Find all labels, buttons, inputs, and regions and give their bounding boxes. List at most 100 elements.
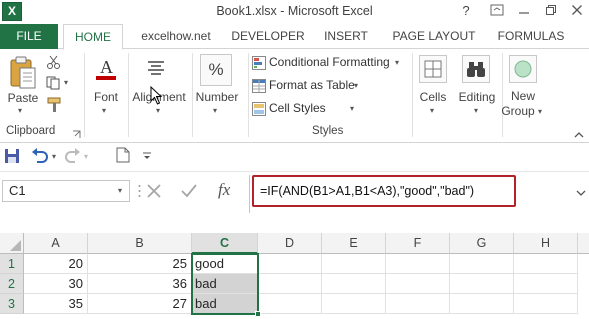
column-header-a[interactable]: A [24, 233, 88, 254]
paste-icon[interactable] [8, 54, 38, 92]
formula-input[interactable]: =IF(AND(B1>A1,B1<A3),"good","bad") [252, 175, 516, 207]
name-box[interactable]: C1 [2, 180, 130, 202]
column-header-c[interactable]: C [192, 233, 258, 254]
select-all-button[interactable] [0, 233, 24, 254]
customize-qat-icon[interactable] [142, 150, 152, 160]
alignment-icon[interactable] [146, 58, 166, 78]
font-icon[interactable]: A [92, 55, 120, 83]
new-group-label-line1[interactable]: New [500, 89, 546, 103]
cell-b2[interactable]: 36 [88, 274, 192, 294]
cell-c3[interactable]: bad [192, 294, 258, 314]
number-format-icon[interactable]: % [200, 54, 232, 86]
conditional-formatting-dropdown-icon[interactable]: ▾ [395, 58, 399, 67]
cell-styles-button[interactable]: Cell Styles [269, 101, 326, 115]
column-header-h[interactable]: H [514, 233, 578, 254]
cell-g3[interactable] [450, 294, 514, 314]
cell-g1[interactable] [450, 254, 514, 274]
cell-h3[interactable] [514, 294, 578, 314]
format-as-table-icon[interactable] [252, 79, 266, 93]
row-header-1[interactable]: 1 [0, 254, 24, 274]
cell-a3[interactable]: 35 [24, 294, 88, 314]
editing-button[interactable]: Editing [454, 90, 500, 104]
cells-button[interactable]: Cells [414, 90, 452, 104]
cell-d2[interactable] [258, 274, 322, 294]
cell-f1[interactable] [386, 254, 450, 274]
paste-button[interactable]: Paste [5, 91, 41, 105]
cell-styles-icon[interactable] [252, 102, 266, 116]
font-button[interactable]: Font [88, 90, 124, 104]
row-header-2[interactable]: 2 [0, 274, 24, 294]
column-header-b[interactable]: B [88, 233, 192, 254]
number-button[interactable]: Number [192, 90, 242, 104]
cells-dropdown-icon[interactable]: ▾ [430, 106, 434, 115]
format-as-table-dropdown-icon[interactable]: ▾ [354, 81, 358, 90]
cell-a1[interactable]: 20 [24, 254, 88, 274]
help-button[interactable]: ? [459, 3, 473, 19]
enter-checkmark-icon[interactable] [180, 183, 198, 199]
font-dropdown-icon[interactable]: ▾ [102, 106, 106, 115]
number-dropdown-icon[interactable]: ▾ [213, 106, 217, 115]
redo-dropdown-icon[interactable]: ▾ [84, 152, 88, 161]
tab-home[interactable]: HOME [63, 24, 123, 50]
tab-page-layout[interactable]: PAGE LAYOUT [384, 24, 484, 49]
cell-a2[interactable]: 30 [24, 274, 88, 294]
tab-file[interactable]: FILE [0, 24, 58, 49]
cell-e1[interactable] [322, 254, 386, 274]
clipboard-launcher-icon[interactable] [72, 128, 81, 138]
expand-formula-bar-icon[interactable] [576, 186, 586, 196]
redo-icon[interactable] [65, 148, 81, 164]
format-as-table-button[interactable]: Format as Table [269, 78, 355, 92]
tab-developer[interactable]: DEVELOPER [228, 24, 308, 49]
cell-h2[interactable] [514, 274, 578, 294]
cell-d3[interactable] [258, 294, 322, 314]
alignment-dropdown-icon[interactable]: ▾ [156, 106, 160, 115]
new-group-label-line2[interactable]: Group [498, 104, 538, 118]
new-group-icon[interactable] [509, 55, 537, 83]
cell-f3[interactable] [386, 294, 450, 314]
insert-function-button[interactable]: fx [218, 180, 230, 200]
new-group-dropdown-icon[interactable]: ▾ [538, 107, 542, 116]
tab-insert[interactable]: INSERT [317, 24, 375, 49]
cell-b3[interactable]: 27 [88, 294, 192, 314]
cell-e3[interactable] [322, 294, 386, 314]
fill-handle[interactable] [255, 311, 261, 317]
minimize-button[interactable] [513, 3, 535, 19]
name-box-dropdown-icon[interactable]: ▾ [118, 186, 122, 195]
cell-e2[interactable] [322, 274, 386, 294]
format-painter-icon[interactable] [46, 97, 64, 113]
cut-icon[interactable] [46, 55, 62, 69]
row-header-3[interactable]: 3 [0, 294, 24, 314]
new-document-icon[interactable] [116, 147, 130, 163]
cell-styles-dropdown-icon[interactable]: ▾ [350, 104, 354, 113]
cell-d1[interactable] [258, 254, 322, 274]
tab-excelhow[interactable]: excelhow.net [132, 24, 220, 49]
close-button[interactable] [566, 3, 588, 19]
column-header-g[interactable]: G [450, 233, 514, 254]
editing-dropdown-icon[interactable]: ▾ [474, 106, 478, 115]
collapse-ribbon-icon[interactable] [574, 128, 584, 138]
formula-bar-grip-icon[interactable] [138, 182, 141, 200]
save-icon[interactable] [4, 148, 20, 164]
cell-g2[interactable] [450, 274, 514, 294]
copy-icon[interactable] [46, 76, 62, 90]
undo-dropdown-icon[interactable]: ▾ [52, 152, 56, 161]
editing-binoculars-icon[interactable] [462, 55, 490, 83]
restore-button[interactable] [540, 3, 562, 19]
cell-c2[interactable]: bad [192, 274, 258, 294]
copy-dropdown-icon[interactable]: ▾ [64, 78, 68, 87]
ribbon-display-icon[interactable] [486, 3, 508, 19]
tab-formulas[interactable]: FORMULAS [491, 24, 571, 49]
cell-b1[interactable]: 25 [88, 254, 192, 274]
column-header-e[interactable]: E [322, 233, 386, 254]
undo-icon[interactable] [31, 148, 49, 164]
column-header-d[interactable]: D [258, 233, 322, 254]
cancel-entry-icon[interactable] [145, 183, 163, 199]
cell-f2[interactable] [386, 274, 450, 294]
cells-icon[interactable] [419, 55, 447, 83]
cell-c1[interactable]: good [192, 254, 258, 274]
paste-dropdown-icon[interactable]: ▾ [18, 106, 22, 115]
conditional-formatting-icon[interactable] [252, 56, 266, 70]
cell-h1[interactable] [514, 254, 578, 274]
column-header-f[interactable]: F [386, 233, 450, 254]
conditional-formatting-button[interactable]: Conditional Formatting [269, 55, 390, 69]
